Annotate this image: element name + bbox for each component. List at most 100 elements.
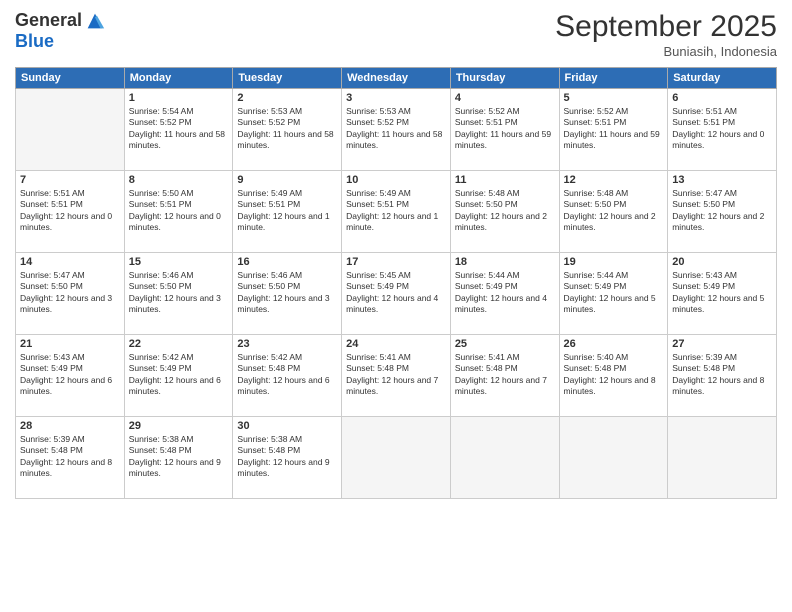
logo: General Blue [15, 10, 106, 52]
cell-0-0 [16, 89, 125, 171]
cell-info: Sunrise: 5:46 AMSunset: 5:50 PMDaylight:… [237, 270, 337, 316]
cell-info: Sunrise: 5:52 AMSunset: 5:51 PMDaylight:… [455, 106, 555, 152]
day-number: 20 [672, 256, 772, 268]
day-number: 28 [20, 420, 120, 432]
cell-info: Sunrise: 5:43 AMSunset: 5:49 PMDaylight:… [672, 270, 772, 316]
cell-info: Sunrise: 5:38 AMSunset: 5:48 PMDaylight:… [237, 434, 337, 480]
cell-info: Sunrise: 5:49 AMSunset: 5:51 PMDaylight:… [346, 188, 446, 234]
cell-info: Sunrise: 5:50 AMSunset: 5:51 PMDaylight:… [129, 188, 229, 234]
day-number: 27 [672, 338, 772, 350]
cell-4-0: 28 Sunrise: 5:39 AMSunset: 5:48 PMDayligh… [16, 417, 125, 499]
cell-3-4: 25 Sunrise: 5:41 AMSunset: 5:48 PMDayligh… [450, 335, 559, 417]
day-number: 1 [129, 92, 229, 104]
cell-info: Sunrise: 5:54 AMSunset: 5:52 PMDaylight:… [129, 106, 229, 152]
day-number: 25 [455, 338, 555, 350]
day-number: 23 [237, 338, 337, 350]
month-title: September 2025 [555, 10, 777, 44]
title-block: September 2025 Buniasih, Indonesia [555, 10, 777, 59]
week-row-0: 1 Sunrise: 5:54 AMSunset: 5:52 PMDaylight… [16, 89, 777, 171]
col-thursday: Thursday [450, 68, 559, 89]
cell-2-6: 20 Sunrise: 5:43 AMSunset: 5:49 PMDayligh… [668, 253, 777, 335]
day-number: 5 [564, 92, 664, 104]
cell-3-2: 23 Sunrise: 5:42 AMSunset: 5:48 PMDayligh… [233, 335, 342, 417]
cell-1-6: 13 Sunrise: 5:47 AMSunset: 5:50 PMDayligh… [668, 171, 777, 253]
cell-2-4: 18 Sunrise: 5:44 AMSunset: 5:49 PMDayligh… [450, 253, 559, 335]
cell-info: Sunrise: 5:41 AMSunset: 5:48 PMDaylight:… [455, 352, 555, 398]
week-row-1: 7 Sunrise: 5:51 AMSunset: 5:51 PMDaylight… [16, 171, 777, 253]
cell-info: Sunrise: 5:44 AMSunset: 5:49 PMDaylight:… [564, 270, 664, 316]
cell-info: Sunrise: 5:43 AMSunset: 5:49 PMDaylight:… [20, 352, 120, 398]
day-number: 13 [672, 174, 772, 186]
cell-2-1: 15 Sunrise: 5:46 AMSunset: 5:50 PMDayligh… [124, 253, 233, 335]
cell-2-5: 19Sunrise: 5:44 AMSunset: 5:49 PMDayligh… [559, 253, 668, 335]
day-number: 22 [129, 338, 229, 350]
header: General Blue September 2025 Buniasih, In… [15, 10, 777, 59]
cell-info: Sunrise: 5:49 AMSunset: 5:51 PMDaylight:… [237, 188, 337, 234]
day-number: 10 [346, 174, 446, 186]
col-sunday: Sunday [16, 68, 125, 89]
day-number: 11 [455, 174, 555, 186]
cell-info: Sunrise: 5:52 AMSunset: 5:51 PMDaylight:… [564, 106, 664, 152]
cell-4-1: 29Sunrise: 5:38 AMSunset: 5:48 PMDayligh… [124, 417, 233, 499]
cell-info: Sunrise: 5:53 AMSunset: 5:52 PMDaylight:… [237, 106, 337, 152]
cell-info: Sunrise: 5:40 AMSunset: 5:48 PMDaylight:… [564, 352, 664, 398]
cell-2-2: 16 Sunrise: 5:46 AMSunset: 5:50 PMDayligh… [233, 253, 342, 335]
calendar-table: Sunday Monday Tuesday Wednesday Thursday… [15, 67, 777, 499]
cell-3-6: 27 Sunrise: 5:39 AMSunset: 5:48 PMDayligh… [668, 335, 777, 417]
cell-info: Sunrise: 5:46 AMSunset: 5:50 PMDaylight:… [129, 270, 229, 316]
cell-info: Sunrise: 5:47 AMSunset: 5:50 PMDaylight:… [672, 188, 772, 234]
day-number: 3 [346, 92, 446, 104]
day-number: 12 [564, 174, 664, 186]
day-number: 14 [20, 256, 120, 268]
day-number: 8 [129, 174, 229, 186]
day-number: 4 [455, 92, 555, 104]
cell-4-3 [342, 417, 451, 499]
day-number: 2 [237, 92, 337, 104]
cell-1-3: 10 Sunrise: 5:49 AMSunset: 5:51 PMDayligh… [342, 171, 451, 253]
day-number: 9 [237, 174, 337, 186]
col-monday: Monday [124, 68, 233, 89]
week-row-4: 28 Sunrise: 5:39 AMSunset: 5:48 PMDayligh… [16, 417, 777, 499]
day-number: 6 [672, 92, 772, 104]
logo-blue: Blue [15, 31, 54, 51]
cell-4-6 [668, 417, 777, 499]
cell-info: Sunrise: 5:45 AMSunset: 5:49 PMDaylight:… [346, 270, 446, 316]
cell-0-1: 1 Sunrise: 5:54 AMSunset: 5:52 PMDaylight… [124, 89, 233, 171]
cell-info: Sunrise: 5:39 AMSunset: 5:48 PMDaylight:… [672, 352, 772, 398]
cell-info: Sunrise: 5:51 AMSunset: 5:51 PMDaylight:… [20, 188, 120, 234]
cell-info: Sunrise: 5:53 AMSunset: 5:52 PMDaylight:… [346, 106, 446, 152]
day-number: 30 [237, 420, 337, 432]
day-number: 24 [346, 338, 446, 350]
day-number: 15 [129, 256, 229, 268]
cell-0-4: 4 Sunrise: 5:52 AMSunset: 5:51 PMDaylight… [450, 89, 559, 171]
page: General Blue September 2025 Buniasih, In… [0, 0, 792, 612]
cell-info: Sunrise: 5:48 AMSunset: 5:50 PMDaylight:… [455, 188, 555, 234]
cell-info: Sunrise: 5:44 AMSunset: 5:49 PMDaylight:… [455, 270, 555, 316]
cell-0-2: 2 Sunrise: 5:53 AMSunset: 5:52 PMDaylight… [233, 89, 342, 171]
day-number: 17 [346, 256, 446, 268]
cell-info: Sunrise: 5:51 AMSunset: 5:51 PMDaylight:… [672, 106, 772, 152]
day-number: 7 [20, 174, 120, 186]
cell-2-3: 17 Sunrise: 5:45 AMSunset: 5:49 PMDayligh… [342, 253, 451, 335]
cell-info: Sunrise: 5:47 AMSunset: 5:50 PMDaylight:… [20, 270, 120, 316]
day-number: 21 [20, 338, 120, 350]
location: Buniasih, Indonesia [555, 44, 777, 59]
cell-4-2: 30 Sunrise: 5:38 AMSunset: 5:48 PMDayligh… [233, 417, 342, 499]
day-number: 18 [455, 256, 555, 268]
cell-info: Sunrise: 5:42 AMSunset: 5:49 PMDaylight:… [129, 352, 229, 398]
cell-info: Sunrise: 5:39 AMSunset: 5:48 PMDaylight:… [20, 434, 120, 480]
day-number: 16 [237, 256, 337, 268]
col-tuesday: Tuesday [233, 68, 342, 89]
cell-1-2: 9 Sunrise: 5:49 AMSunset: 5:51 PMDaylight… [233, 171, 342, 253]
logo-icon [84, 10, 106, 32]
cell-info: Sunrise: 5:48 AMSunset: 5:50 PMDaylight:… [564, 188, 664, 234]
cell-4-5 [559, 417, 668, 499]
week-row-2: 14 Sunrise: 5:47 AMSunset: 5:50 PMDayligh… [16, 253, 777, 335]
cell-info: Sunrise: 5:42 AMSunset: 5:48 PMDaylight:… [237, 352, 337, 398]
cell-0-3: 3 Sunrise: 5:53 AMSunset: 5:52 PMDaylight… [342, 89, 451, 171]
logo-general: General [15, 11, 82, 31]
cell-info: Sunrise: 5:41 AMSunset: 5:48 PMDaylight:… [346, 352, 446, 398]
day-number: 26 [564, 338, 664, 350]
week-row-3: 21 Sunrise: 5:43 AMSunset: 5:49 PMDayligh… [16, 335, 777, 417]
cell-1-1: 8 Sunrise: 5:50 AMSunset: 5:51 PMDaylight… [124, 171, 233, 253]
